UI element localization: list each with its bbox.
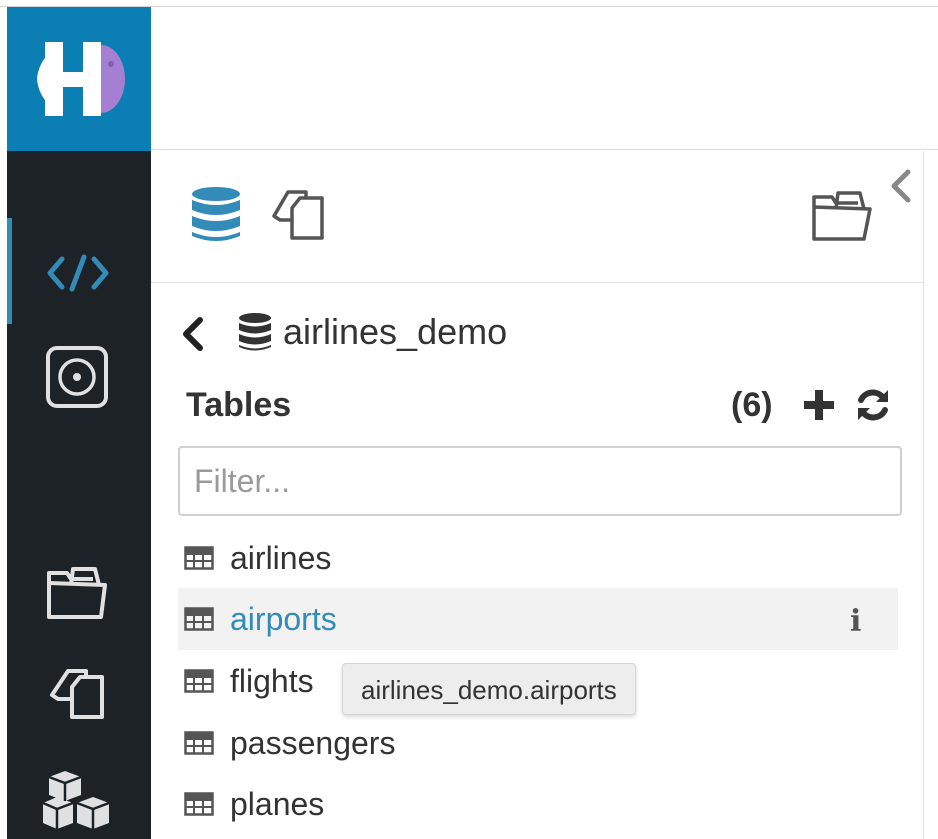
code-editor-icon[interactable] bbox=[40, 245, 115, 300]
cubes-icon[interactable] bbox=[40, 766, 114, 832]
table-row[interactable]: planes bbox=[178, 773, 898, 835]
refresh-icon[interactable] bbox=[854, 386, 892, 424]
table-icon bbox=[184, 669, 214, 693]
database-icon[interactable] bbox=[190, 186, 244, 244]
panel-scrollbar[interactable] bbox=[923, 151, 938, 839]
window-top-border bbox=[0, 0, 938, 7]
hue-logo[interactable] bbox=[7, 7, 151, 151]
table-name: airlines bbox=[230, 539, 332, 576]
table-name: airports bbox=[230, 600, 337, 637]
table-name: passengers bbox=[230, 724, 396, 761]
database-small-icon bbox=[237, 312, 273, 352]
table-row[interactable]: airports bbox=[178, 588, 898, 650]
table-icon bbox=[184, 607, 214, 631]
rail-active-indicator bbox=[7, 218, 12, 324]
tables-section-title: Tables bbox=[186, 386, 292, 424]
documents-icon[interactable] bbox=[44, 664, 110, 724]
top-bar bbox=[151, 7, 938, 150]
table-row[interactable]: airlines bbox=[178, 527, 898, 589]
hue-logo-icon bbox=[37, 41, 125, 117]
file-browser-icon[interactable] bbox=[42, 562, 112, 624]
table-row[interactable]: passengers bbox=[178, 712, 898, 774]
back-chevron-icon[interactable] bbox=[178, 316, 210, 352]
info-icon[interactable]: i bbox=[850, 604, 861, 639]
tables-count: (6) bbox=[731, 386, 773, 424]
add-icon[interactable] bbox=[802, 388, 836, 422]
database-name[interactable]: airlines_demo bbox=[283, 310, 507, 354]
file-browser-tab-icon[interactable] bbox=[810, 185, 874, 245]
documents-tab-icon[interactable] bbox=[270, 188, 330, 244]
table-icon bbox=[184, 546, 214, 570]
filter-input[interactable] bbox=[178, 446, 902, 516]
assist-panel-tabs bbox=[151, 151, 923, 283]
table-name: flights bbox=[230, 662, 314, 699]
app-frame: airlines_demo Tables (6) airlines airpor… bbox=[0, 0, 938, 839]
target-icon[interactable] bbox=[42, 344, 112, 410]
table-tooltip: airlines_demo.airports bbox=[342, 663, 636, 715]
chevron-left-icon[interactable] bbox=[886, 166, 916, 206]
table-name: planes bbox=[230, 785, 325, 822]
table-icon bbox=[184, 731, 214, 755]
table-icon bbox=[184, 792, 214, 816]
